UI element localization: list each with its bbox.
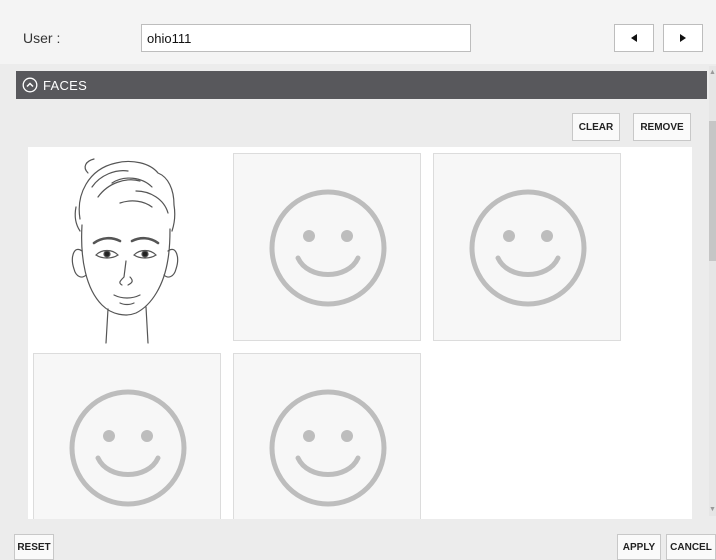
next-button[interactable] [663,24,703,52]
triangle-right-icon [680,34,686,42]
faces-section-header[interactable]: FACES [16,71,707,99]
smiley-placeholder-icon [69,389,187,507]
apply-button[interactable]: APPLY [617,534,661,560]
smiley-placeholder-icon [269,389,387,507]
previous-button[interactable] [614,24,654,52]
cancel-button[interactable]: CANCEL [666,534,716,560]
triangle-left-icon [631,34,637,42]
reset-button[interactable]: RESET [14,534,54,560]
face-tile-placeholder[interactable] [433,153,621,341]
faces-section-title: FACES [43,77,88,93]
clear-button[interactable]: CLEAR [572,113,620,141]
remove-button[interactable]: REMOVE [633,113,691,141]
face-tile-placeholder[interactable] [233,153,421,341]
face-tile-placeholder[interactable] [233,353,421,519]
chevron-up-circle-icon[interactable] [22,77,38,93]
smiley-placeholder-icon [269,189,387,307]
scroll-down-icon[interactable]: ▼ [709,505,716,515]
user-toolbar: User : [0,0,716,64]
scroll-up-icon[interactable]: ▲ [709,68,716,78]
user-input[interactable] [141,24,471,52]
smiley-placeholder-icon [469,189,587,307]
user-label: User : [23,30,61,46]
faces-grid [28,147,692,519]
face-tile-photo[interactable] [28,147,216,344]
face-tile-placeholder[interactable] [33,353,221,519]
scrollbar-thumb[interactable] [709,121,716,261]
face-sketch-image [71,158,179,344]
